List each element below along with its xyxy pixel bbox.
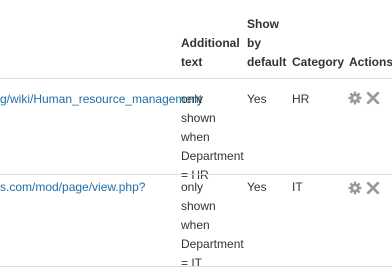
header-actions: Actions: [349, 55, 392, 69]
gear-icon[interactable]: [348, 181, 362, 195]
row-1-url-link[interactable]: g/wiki/Human_resource_management: [0, 90, 202, 109]
row-2-url-link[interactable]: s.com/mod/page/view.php?: [0, 178, 145, 197]
links-table: Additional text Show by default Category…: [0, 0, 392, 272]
delete-icon[interactable]: [366, 91, 380, 105]
header-separator: [0, 78, 392, 79]
delete-icon[interactable]: [366, 181, 380, 195]
row-2-show-by-default: Yes: [247, 180, 267, 194]
row-separator: [0, 174, 392, 175]
header-additional-text: Additional text: [181, 36, 240, 69]
row-1-additional-text: only shown when Department = HR: [181, 92, 244, 182]
row-1-show-by-default: Yes: [247, 92, 267, 106]
header-category: Category: [292, 55, 345, 69]
row-2-additional-text: only shown when Department = IT: [181, 180, 244, 270]
row-1-category: HR: [292, 92, 310, 106]
table-bottom-separator: [0, 266, 392, 267]
gear-icon[interactable]: [348, 91, 362, 105]
row-2-category: IT: [292, 180, 303, 194]
header-show-by-default: Show by default: [247, 17, 287, 69]
